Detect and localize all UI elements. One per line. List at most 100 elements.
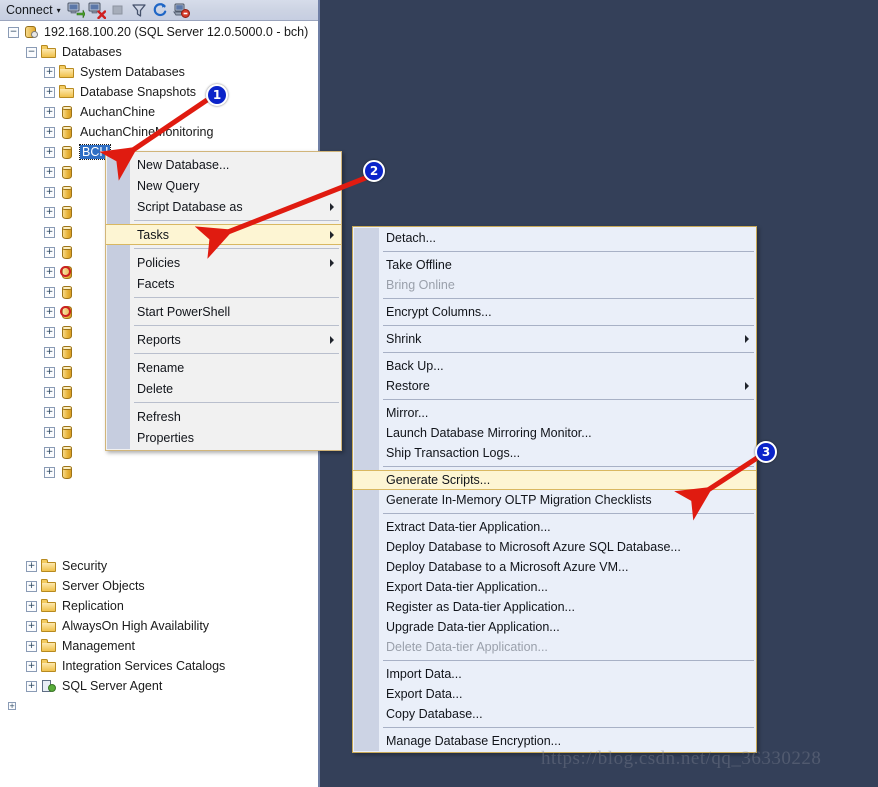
menu-item-extract-data-tier-application[interactable]: Extract Data-tier Application... bbox=[353, 517, 756, 537]
database-icon bbox=[59, 284, 75, 300]
menu-item-export-data-tier-application[interactable]: Export Data-tier Application... bbox=[353, 577, 756, 597]
menu-item-delete[interactable]: Delete bbox=[106, 378, 341, 399]
menu-item-facets[interactable]: Facets bbox=[106, 273, 341, 294]
menu-item-encrypt-columns[interactable]: Encrypt Columns... bbox=[353, 302, 756, 322]
expander-icon[interactable]: + bbox=[44, 226, 55, 238]
tree-node[interactable]: + AuchanChineMonitoring bbox=[0, 122, 318, 142]
tree-node[interactable]: + SQL Server Agent bbox=[0, 676, 318, 696]
menu-item-label: Facets bbox=[137, 276, 175, 291]
menu-item-label: Launch Database Mirroring Monitor... bbox=[386, 426, 592, 440]
tree-node[interactable]: + Server Objects bbox=[0, 576, 318, 596]
tree-node-label: Management bbox=[62, 639, 135, 653]
tree-node[interactable]: + Security bbox=[0, 556, 318, 576]
menu-separator bbox=[353, 463, 756, 470]
menu-item-tasks[interactable]: Tasks bbox=[106, 224, 341, 245]
database-context-menu[interactable]: New Database... New Query Script Database … bbox=[105, 151, 342, 451]
tree-node[interactable]: + bbox=[0, 462, 318, 482]
expander-icon[interactable]: + bbox=[44, 406, 55, 418]
server-icon bbox=[23, 24, 39, 40]
menu-item-properties[interactable]: Properties bbox=[106, 427, 341, 448]
expander-icon[interactable]: + bbox=[44, 266, 55, 278]
menu-item-upgrade-data-tier-application[interactable]: Upgrade Data-tier Application... bbox=[353, 617, 756, 637]
menu-item-launch-database-mirroring-monitor[interactable]: Launch Database Mirroring Monitor... bbox=[353, 423, 756, 443]
menu-item-reports[interactable]: Reports bbox=[106, 329, 341, 350]
menu-item-deploy-database-to-a-microsoft-azure-vm[interactable]: Deploy Database to a Microsoft Azure VM.… bbox=[353, 557, 756, 577]
menu-item-back-up[interactable]: Back Up... bbox=[353, 356, 756, 376]
menu-item-copy-database[interactable]: Copy Database... bbox=[353, 704, 756, 724]
expander-icon[interactable]: + bbox=[44, 286, 55, 298]
tree-node[interactable]: + System Databases bbox=[0, 62, 318, 82]
expander-icon[interactable]: + bbox=[44, 326, 55, 338]
menu-item-shrink[interactable]: Shrink bbox=[353, 329, 756, 349]
menu-item-mirror[interactable]: Mirror... bbox=[353, 403, 756, 423]
menu-item-label: Reports bbox=[137, 332, 181, 347]
disconnect-all-icon[interactable] bbox=[172, 1, 190, 19]
tree-node[interactable]: + Database Snapshots bbox=[0, 82, 318, 102]
expander-icon[interactable]: + bbox=[26, 620, 37, 632]
expander-icon[interactable]: + bbox=[44, 426, 55, 438]
tree-trailing-expander-row[interactable]: + bbox=[0, 696, 318, 716]
filter-icon[interactable] bbox=[130, 1, 148, 19]
expander-icon[interactable]: + bbox=[44, 206, 55, 218]
expander-icon[interactable]: + bbox=[26, 600, 37, 612]
menu-item-export-data[interactable]: Export Data... bbox=[353, 684, 756, 704]
tree-node[interactable]: + Management bbox=[0, 636, 318, 656]
menu-item-script-database-as[interactable]: Script Database as bbox=[106, 196, 341, 217]
menu-item-generate-in-memory-oltp-migration-checklists[interactable]: Generate In-Memory OLTP Migration Checkl… bbox=[353, 490, 756, 510]
database-icon bbox=[59, 224, 75, 240]
menu-item-policies[interactable]: Policies bbox=[106, 252, 341, 273]
menu-item-ship-transaction-logs[interactable]: Ship Transaction Logs... bbox=[353, 443, 756, 463]
expander-icon[interactable]: + bbox=[44, 246, 55, 258]
expander-icon[interactable]: − bbox=[26, 46, 37, 58]
menu-item-restore[interactable]: Restore bbox=[353, 376, 756, 396]
menu-item-label: Take Offline bbox=[386, 258, 452, 272]
menu-item-refresh[interactable]: Refresh bbox=[106, 406, 341, 427]
connect-button[interactable]: Connect ▾ bbox=[4, 2, 64, 18]
menu-item-generate-scripts[interactable]: Generate Scripts... bbox=[353, 470, 756, 490]
tree-node-databases[interactable]: − Databases bbox=[0, 42, 318, 62]
menu-item-start-powershell[interactable]: Start PowerShell bbox=[106, 301, 341, 322]
menu-item-label: Generate In-Memory OLTP Migration Checkl… bbox=[386, 493, 652, 507]
expander-icon[interactable]: + bbox=[26, 680, 37, 692]
expander-icon[interactable]: + bbox=[44, 446, 55, 458]
folder-icon bbox=[41, 578, 57, 594]
expander-icon[interactable]: + bbox=[44, 386, 55, 398]
expander-icon[interactable]: + bbox=[44, 466, 55, 478]
tree-node[interactable]: + Replication bbox=[0, 596, 318, 616]
disconnect-object-explorer-icon[interactable] bbox=[88, 1, 106, 20]
tree-gap bbox=[0, 482, 318, 556]
expander-icon[interactable]: + bbox=[8, 702, 16, 710]
menu-item-new-database[interactable]: New Database... bbox=[106, 154, 341, 175]
expander-icon[interactable]: + bbox=[26, 640, 37, 652]
tree-node[interactable]: + AuchanChine bbox=[0, 102, 318, 122]
menu-item-take-offline[interactable]: Take Offline bbox=[353, 255, 756, 275]
menu-item-register-as-data-tier-application[interactable]: Register as Data-tier Application... bbox=[353, 597, 756, 617]
menu-item-new-query[interactable]: New Query bbox=[106, 175, 341, 196]
menu-item-import-data[interactable]: Import Data... bbox=[353, 664, 756, 684]
expander-icon[interactable]: + bbox=[26, 560, 37, 572]
expander-icon[interactable]: + bbox=[44, 66, 55, 78]
expander-icon[interactable]: + bbox=[44, 126, 55, 138]
tree-node[interactable]: + Integration Services Catalogs bbox=[0, 656, 318, 676]
menu-item-rename[interactable]: Rename bbox=[106, 357, 341, 378]
expander-icon[interactable]: + bbox=[26, 580, 37, 592]
expander-icon[interactable]: + bbox=[44, 106, 55, 118]
tasks-submenu[interactable]: Detach... Take Offline Bring Online Encrypt… bbox=[352, 226, 757, 753]
expander-icon[interactable]: + bbox=[44, 86, 55, 98]
refresh-icon[interactable] bbox=[151, 1, 169, 19]
expander-icon[interactable]: + bbox=[44, 166, 55, 178]
menu-item-detach[interactable]: Detach... bbox=[353, 228, 756, 248]
tree-node-server[interactable]: − 192.168.100.20 (SQL Server 12.0.5000.0… bbox=[0, 22, 318, 42]
expander-icon[interactable]: + bbox=[26, 660, 37, 672]
expander-icon[interactable]: + bbox=[44, 366, 55, 378]
menu-item-deploy-database-to-microsoft-azure-sql-database[interactable]: Deploy Database to Microsoft Azure SQL D… bbox=[353, 537, 756, 557]
tree-node[interactable]: + AlwaysOn High Availability bbox=[0, 616, 318, 636]
expander-icon[interactable]: + bbox=[44, 146, 55, 158]
expander-icon[interactable]: − bbox=[8, 26, 19, 38]
expander-icon[interactable]: + bbox=[44, 306, 55, 318]
database-icon bbox=[59, 464, 75, 480]
database-icon bbox=[59, 384, 75, 400]
expander-icon[interactable]: + bbox=[44, 346, 55, 358]
expander-icon[interactable]: + bbox=[44, 186, 55, 198]
connect-object-explorer-icon[interactable] bbox=[67, 1, 85, 19]
